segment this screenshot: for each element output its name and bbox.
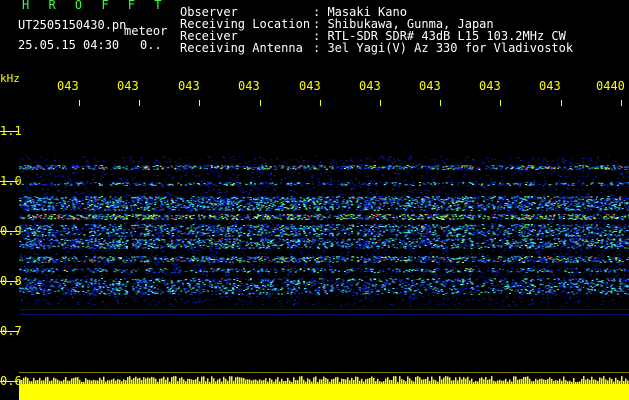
meteor-label: meteor <box>124 24 168 38</box>
app-title: H R O F F T <box>22 0 168 12</box>
datetime: 25.05.15 04:30 <box>18 38 120 52</box>
x-tick <box>560 100 562 106</box>
x-tick <box>79 100 80 106</box>
spectrogram-texture <box>19 156 629 400</box>
x-tick <box>620 100 622 106</box>
x-tick <box>199 100 201 106</box>
x-label: 043 <box>539 79 561 93</box>
x-label: 043 <box>479 79 501 93</box>
y-tick <box>0 281 18 282</box>
y-tick <box>0 131 18 132</box>
x-tick <box>380 100 381 106</box>
x-label: 043 <box>178 79 200 93</box>
x-label: 043 <box>359 79 381 93</box>
x-label: 043 <box>117 79 139 93</box>
x-tick <box>500 100 502 106</box>
y-tick <box>0 181 18 182</box>
spectrogram <box>19 156 629 400</box>
meteor-count: 0.. <box>140 38 162 52</box>
x-label: 043 <box>299 79 321 93</box>
x-tick <box>440 100 442 106</box>
x-label: 0440 <box>596 79 625 93</box>
x-tick <box>139 100 141 106</box>
filename: UT2505150430.pn <box>18 18 127 32</box>
antenna-label: Receiving Antenna <box>180 41 303 55</box>
unit-label: kHz <box>0 72 20 85</box>
y-tick <box>0 231 18 232</box>
x-label: 043 <box>238 79 260 93</box>
antenna-value: : 3el Yagi(V) Az 330 for Vladivostok <box>313 41 574 55</box>
x-label: 043 <box>419 79 441 93</box>
x-tick <box>259 100 261 106</box>
x-label: 043 <box>57 79 79 93</box>
y-tick <box>0 331 18 332</box>
x-tick <box>319 100 321 106</box>
y-tick <box>0 381 18 382</box>
